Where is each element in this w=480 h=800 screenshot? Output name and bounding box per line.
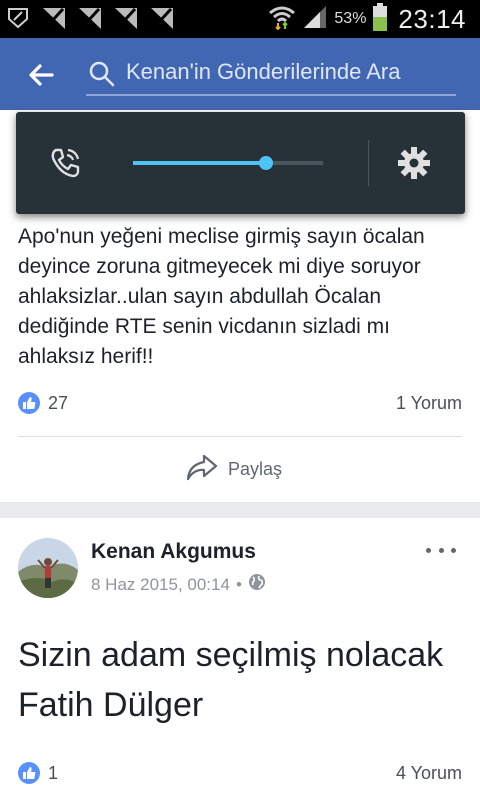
check-notification-icon (74, 2, 106, 34)
post-meta: 8 Haz 2015, 00:14 • (91, 573, 266, 596)
like-icon (18, 762, 40, 784)
share-label: Paylaş (228, 458, 283, 479)
shield-app-icon (2, 2, 34, 34)
reaction-count[interactable]: 1 (18, 762, 58, 784)
notification-icons (2, 2, 178, 34)
like-icon (18, 392, 40, 414)
mention-link[interactable]: Fatih Dülger (18, 686, 203, 724)
share-arrow-icon (186, 453, 218, 486)
search-icon (88, 60, 116, 88)
signal-icon (302, 4, 328, 35)
check-notification-icon (146, 2, 178, 34)
top-app-bar: Kenan'in Gönderilerinde Ara (0, 38, 480, 110)
post-date[interactable]: 8 Haz 2015, 00:14 (91, 575, 230, 595)
battery-percent: 53% (334, 10, 367, 27)
post-stats: 1 4 Yorum (18, 758, 462, 788)
search-input[interactable]: Kenan'in Gönderilerinde Ara (86, 56, 456, 96)
battery-icon (372, 2, 388, 36)
meta-separator: • (235, 574, 242, 594)
reaction-count[interactable]: 27 (18, 392, 68, 414)
divider (18, 436, 462, 437)
check-notification-icon (38, 2, 70, 34)
post-text-body: Sizin adam seçilmiş nolacak (18, 636, 444, 674)
more-options-button[interactable] (426, 540, 456, 560)
volume-slider-handle[interactable] (259, 156, 273, 170)
comment-count[interactable]: 4 Yorum (396, 763, 462, 784)
share-button[interactable]: Paylaş (186, 452, 282, 486)
globe-icon (248, 573, 266, 596)
clock: 23:14 (398, 3, 466, 34)
avatar[interactable] (18, 538, 78, 598)
post-text: Sizin adam seçilmiş nolacak Fatih Dülger (18, 630, 458, 730)
like-count: 27 (48, 392, 69, 413)
status-right: 53% 23:14 (268, 0, 466, 38)
call-volume-overlay (16, 112, 465, 214)
dot-icon (426, 547, 431, 553)
status-bar: 53% 23:14 (0, 0, 480, 38)
post-text: Apo'nun yeğeni meclise girmiş sayın öcal… (18, 225, 425, 368)
like-count: 1 (48, 762, 59, 783)
wifi-icon (268, 4, 296, 35)
gear-icon[interactable] (396, 145, 432, 181)
post-stats: 27 1 Yorum (18, 388, 462, 418)
author-name[interactable]: Kenan Akgumus (91, 540, 256, 564)
dot-icon (451, 547, 456, 553)
search-placeholder: Kenan'in Gönderilerinde Ara (126, 59, 401, 84)
dot-icon (438, 547, 444, 553)
divider (368, 140, 369, 186)
check-notification-icon (110, 2, 142, 34)
back-arrow-icon[interactable] (26, 60, 56, 90)
comment-count[interactable]: 1 Yorum (396, 393, 462, 414)
phone-volume-icon (48, 146, 82, 180)
volume-level-fill (133, 161, 266, 165)
